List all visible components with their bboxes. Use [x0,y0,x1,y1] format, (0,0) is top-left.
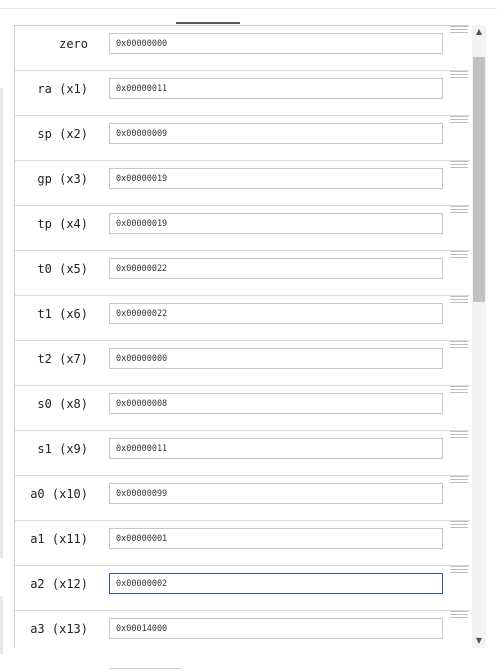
resize-grip-icon[interactable] [450,476,468,484]
register-label: ra (x1) [37,82,88,96]
register-row: s1 (x9) [15,431,470,476]
register-row: zero [15,26,470,71]
register-label: gp (x3) [37,172,88,186]
register-row: gp (x3) [15,161,470,206]
register-label: sp (x2) [37,127,88,141]
resize-grip-icon[interactable] [450,341,468,349]
register-panel: zero ra (x1) sp (x2) gp (x3) tp (x4) t0 (x5) t… [14,25,470,648]
register-value-input[interactable] [109,168,443,189]
register-label: s1 (x9) [37,442,88,456]
register-row: a2 (x12) [15,566,470,611]
register-row: ra (x1) [15,71,470,116]
register-value-input[interactable] [109,33,443,54]
top-divider [0,8,497,9]
register-label: zero [59,37,88,51]
resize-grip-icon[interactable] [450,296,468,304]
register-value-input[interactable] [109,618,443,639]
register-value-input[interactable] [109,78,443,99]
register-value-input[interactable] [109,213,443,234]
resize-grip-icon[interactable] [450,26,468,34]
scroll-up-icon[interactable]: ▲ [472,25,486,39]
register-value-input[interactable] [109,258,443,279]
register-row: a1 (x11) [15,521,470,566]
register-label: a1 (x11) [30,532,88,546]
register-row: s0 (x8) [15,386,470,431]
resize-grip-icon[interactable] [450,521,468,529]
bottom-tab-edge [109,668,181,669]
register-label: t0 (x5) [37,262,88,276]
resize-grip-icon[interactable] [450,116,468,124]
register-row: tp (x4) [15,206,470,251]
register-value-input[interactable] [109,348,443,369]
register-scrollbar[interactable]: ▲ ▼ [472,25,486,648]
resize-grip-icon[interactable] [450,386,468,394]
resize-grip-icon[interactable] [450,71,468,79]
register-label: a0 (x10) [30,487,88,501]
left-pane-edge [0,88,3,558]
register-value-input[interactable] [109,393,443,414]
active-tab-indicator [176,22,240,24]
register-label: a2 (x12) [30,577,88,591]
register-value-input[interactable] [109,303,443,324]
resize-grip-icon[interactable] [450,566,468,574]
register-label: s0 (x8) [37,397,88,411]
register-label: a3 (x13) [30,622,88,636]
register-value-input[interactable] [109,123,443,144]
resize-grip-icon[interactable] [450,206,468,214]
register-row: a3 (x13) [15,611,470,648]
register-label: tp (x4) [37,217,88,231]
scroll-thumb[interactable] [473,57,485,302]
register-value-input[interactable] [109,573,443,594]
register-row: t1 (x6) [15,296,470,341]
register-row: sp (x2) [15,116,470,161]
resize-grip-icon[interactable] [450,251,468,259]
register-label: t2 (x7) [37,352,88,366]
register-label: t1 (x6) [37,307,88,321]
register-value-input[interactable] [109,483,443,504]
register-row: t2 (x7) [15,341,470,386]
scroll-down-icon[interactable]: ▼ [472,634,486,648]
resize-grip-icon[interactable] [450,431,468,439]
resize-grip-icon[interactable] [450,161,468,169]
register-value-input[interactable] [109,528,443,549]
register-row: a0 (x10) [15,476,470,521]
register-row: t0 (x5) [15,251,470,296]
resize-grip-icon[interactable] [450,611,468,619]
register-value-input[interactable] [109,438,443,459]
left-pane-edge-lower [0,596,3,654]
